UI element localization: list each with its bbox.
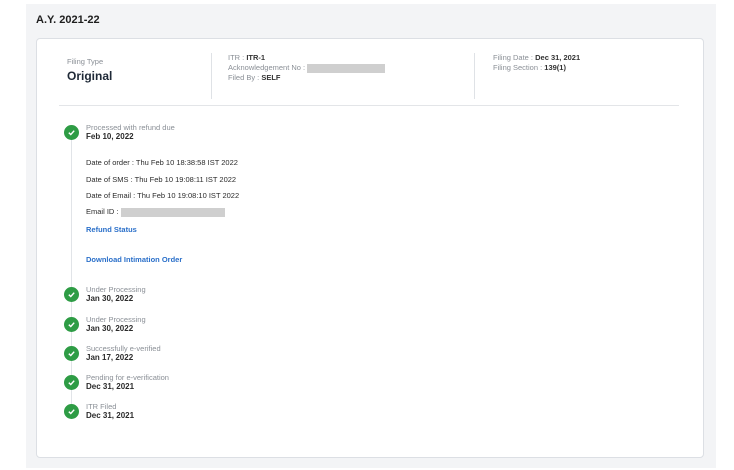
check-circle-icon (64, 125, 79, 140)
redacted-email (120, 207, 225, 217)
header-divider (59, 105, 679, 106)
filed-by-line: Filed By : SELF (228, 73, 281, 82)
filing-card: Filing Type Original ITR : ITR-1 Acknowl… (36, 38, 704, 458)
timeline-step: Pending for e-verification Dec 31, 2021 (86, 373, 169, 391)
assessment-year-panel: A.Y. 2021-22 Filing Type Original ITR : … (26, 4, 716, 468)
check-circle-icon (64, 287, 79, 302)
ack-line: Acknowledgement No : (228, 63, 473, 73)
timeline-line (71, 131, 72, 413)
timeline-step: ITR Filed Dec 31, 2021 (86, 402, 135, 420)
itr-line: ITR : ITR-1 (228, 53, 266, 62)
filing-date-line: Filing Date : Dec 31, 2021 (493, 53, 581, 62)
check-circle-icon (64, 317, 79, 332)
check-circle-icon (64, 375, 79, 390)
filing-type-label: Filing Type (67, 57, 104, 66)
assessment-year-title: A.Y. 2021-22 (36, 14, 100, 26)
timeline-step: Under Processing Jan 30, 2022 (86, 285, 146, 303)
itr-info-block: ITR : ITR-1 Acknowledgement No : Filed B… (211, 53, 473, 99)
check-circle-icon (64, 346, 79, 361)
email-date: Date of Email : Thu Feb 10 19:08:10 IST … (86, 191, 240, 200)
download-intimation-order-link[interactable]: Download Intimation Order (86, 255, 182, 264)
refund-status-link[interactable]: Refund Status (86, 225, 137, 234)
check-circle-icon (64, 404, 79, 419)
filing-date-block: Filing Date : Dec 31, 2021 Filing Sectio… (474, 53, 580, 99)
timeline-step: Under Processing Jan 30, 2022 (86, 315, 146, 333)
filing-type-value: Original (67, 69, 113, 83)
sms-date: Date of SMS : Thu Feb 10 19:08:11 IST 20… (86, 175, 237, 184)
filing-type-block: Filing Type Original (67, 57, 112, 83)
timeline-step: Processed with refund due Feb 10, 2022 (86, 123, 175, 141)
redacted-ack-no (307, 63, 386, 73)
order-date: Date of order : Thu Feb 10 18:38:58 IST … (86, 158, 238, 167)
filing-section-line: Filing Section : 139(1) (493, 63, 566, 72)
timeline-step: Successfully e-verified Jan 17, 2022 (86, 344, 161, 362)
email-id: Email ID : (86, 207, 225, 217)
